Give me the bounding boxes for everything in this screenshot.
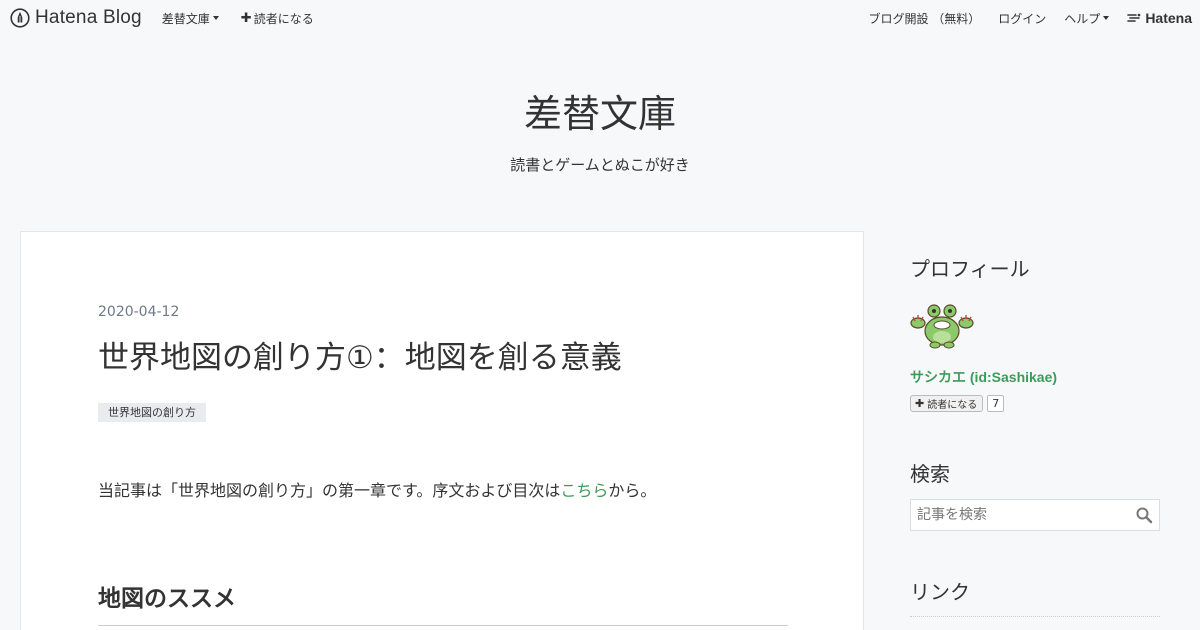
- brand-label: Hatena: [1145, 10, 1192, 26]
- links-title: リンク: [910, 580, 970, 604]
- hatena-bird-icon: [1127, 13, 1141, 22]
- profile-title: プロフィール: [910, 257, 1030, 281]
- blog-title[interactable]: 差替文庫: [0, 88, 1200, 140]
- header-subscribe-button[interactable]: ✚ 読者になる: [241, 10, 314, 27]
- caret-down-icon: [212, 16, 219, 20]
- search-box: [910, 499, 1160, 531]
- blog-header: 差替文庫 読書とゲームとぬこが好き: [0, 88, 1200, 175]
- hatena-brand-link[interactable]: Hatena: [1127, 10, 1192, 26]
- article-intro-text: 当記事は「世界地図の創り方」の第一章です。序文および目次はこちらから。: [98, 479, 656, 503]
- category-tag[interactable]: 世界地図の創り方: [98, 403, 206, 422]
- article-title[interactable]: 世界地図の創り方①：地図を創る意義: [98, 336, 622, 380]
- section-heading: 地図のススメ: [98, 583, 788, 626]
- sidebar-subscribe-label: 読者になる: [927, 400, 978, 411]
- header-subscribe-label: 読者になる: [253, 11, 314, 26]
- caret-down-icon: [1103, 16, 1110, 20]
- search-title: 検索: [910, 462, 950, 486]
- blog-menu-label: 差替文庫: [161, 11, 210, 26]
- global-header: Hatena Blog 差替文庫 ✚ 読者になる ブログ開設 （無料） ログイン…: [0, 0, 1200, 36]
- intro-text-after: から。: [608, 481, 657, 500]
- blog-description: 読書とゲームとぬこが好き: [510, 156, 690, 174]
- links-divider: [910, 616, 1160, 617]
- search-input[interactable]: [911, 507, 1131, 523]
- frog-avatar-icon[interactable]: [910, 301, 974, 349]
- help-dropdown[interactable]: ヘルプ: [1064, 10, 1110, 27]
- header-left: Hatena Blog 差替文庫 ✚ 読者になる: [10, 7, 314, 29]
- header-right: ブログ開設 （無料） ログイン ヘルプ Hatena: [868, 10, 1192, 27]
- login-link[interactable]: ログイン: [998, 10, 1046, 27]
- help-label: ヘルプ: [1064, 11, 1101, 26]
- sidebar-subscribe-button[interactable]: ✚ 読者になる: [910, 395, 984, 412]
- toc-link[interactable]: こちら: [560, 481, 608, 500]
- hatena-pen-icon: [10, 8, 30, 28]
- login-label: ログイン: [998, 11, 1047, 26]
- article-date[interactable]: 2020-04-12: [98, 304, 179, 320]
- open-blog-label: ブログ開設 （無料）: [868, 11, 981, 26]
- logo-text: Hatena Blog: [35, 7, 142, 28]
- intro-text-before: 当記事は「世界地図の創り方」の第一章です。序文および目次は: [98, 481, 561, 500]
- plus-icon: ✚: [915, 397, 925, 410]
- search-icon[interactable]: [1135, 506, 1153, 524]
- blog-menu-dropdown[interactable]: 差替文庫: [162, 10, 219, 27]
- profile-name-link[interactable]: サシカエ (id:Sashikae): [910, 367, 1057, 387]
- open-blog-link[interactable]: ブログ開設 （無料）: [868, 10, 980, 27]
- subscribe-row: ✚ 読者になる 7: [910, 395, 1005, 412]
- hatena-blog-logo[interactable]: Hatena Blog: [10, 7, 142, 29]
- article-card: 2020-04-12 世界地図の創り方①：地図を創る意義 世界地図の創り方 当記…: [20, 231, 864, 630]
- plus-icon: ✚: [240, 10, 252, 26]
- subscriber-count[interactable]: 7: [987, 395, 1005, 412]
